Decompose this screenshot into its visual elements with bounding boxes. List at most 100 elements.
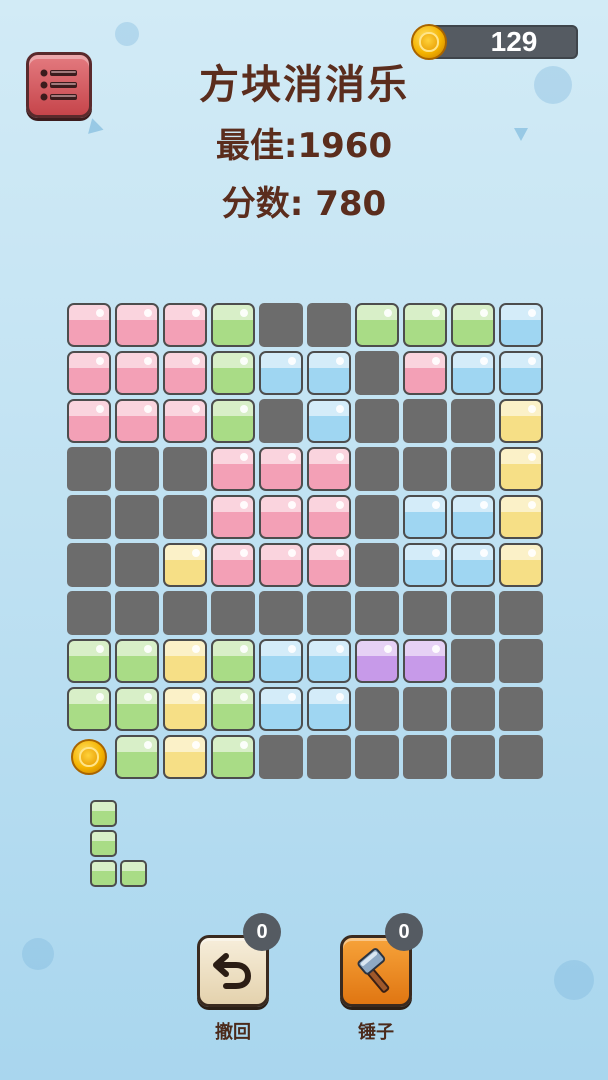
- board-cell-green[interactable]: [211, 639, 255, 683]
- board-cell-blue[interactable]: [307, 399, 351, 443]
- board-cell-blue[interactable]: [403, 495, 447, 539]
- board-cell-empty[interactable]: [355, 735, 399, 779]
- board-cell-empty[interactable]: [499, 687, 543, 731]
- board-cell-green[interactable]: [211, 303, 255, 347]
- board-cell-blue[interactable]: [403, 543, 447, 587]
- board-cell-empty[interactable]: [163, 495, 207, 539]
- board-cell-yellow[interactable]: [499, 447, 543, 491]
- board-cell-yellow[interactable]: [163, 639, 207, 683]
- board-cell-empty[interactable]: [67, 591, 111, 635]
- board-cell-green[interactable]: [211, 399, 255, 443]
- board-cell-green[interactable]: [211, 351, 255, 395]
- board-cell-green[interactable]: [355, 303, 399, 347]
- board-cell-empty[interactable]: [451, 735, 495, 779]
- game-board[interactable]: [67, 303, 543, 779]
- board-cell-empty[interactable]: [355, 591, 399, 635]
- board-cell-blue[interactable]: [307, 639, 351, 683]
- board-cell-empty[interactable]: [355, 687, 399, 731]
- board-cell-empty[interactable]: [403, 735, 447, 779]
- board-cell-green[interactable]: [67, 687, 111, 731]
- board-cell-green[interactable]: [115, 735, 159, 779]
- board-cell-pink[interactable]: [115, 351, 159, 395]
- board-cell-empty[interactable]: [67, 543, 111, 587]
- board-cell-pink[interactable]: [163, 399, 207, 443]
- board-cell-pink[interactable]: [259, 543, 303, 587]
- board-cell-empty[interactable]: [163, 447, 207, 491]
- board-cell-empty[interactable]: [355, 351, 399, 395]
- board-cell-empty[interactable]: [355, 495, 399, 539]
- board-cell-yellow[interactable]: [163, 735, 207, 779]
- board-cell-pink[interactable]: [307, 447, 351, 491]
- board-cell-pink[interactable]: [211, 447, 255, 491]
- board-cell-empty[interactable]: [115, 495, 159, 539]
- board-cell-blue[interactable]: [451, 543, 495, 587]
- board-cell-empty[interactable]: [451, 591, 495, 635]
- board-cell-pink[interactable]: [211, 543, 255, 587]
- board-cell-green[interactable]: [211, 735, 255, 779]
- board-cell-purple[interactable]: [355, 639, 399, 683]
- board-cell-blue[interactable]: [259, 639, 303, 683]
- board-cell-empty[interactable]: [307, 303, 351, 347]
- board-cell-empty[interactable]: [115, 447, 159, 491]
- board-cell-empty[interactable]: [499, 591, 543, 635]
- board-cell-empty[interactable]: [355, 447, 399, 491]
- board-cell-pink[interactable]: [259, 495, 303, 539]
- board-cell-yellow[interactable]: [499, 399, 543, 443]
- board-cell-green[interactable]: [115, 687, 159, 731]
- board-cell-empty[interactable]: [259, 591, 303, 635]
- board-cell-pink[interactable]: [163, 303, 207, 347]
- board-cell-empty[interactable]: [163, 591, 207, 635]
- board-cell-coin[interactable]: [67, 735, 111, 779]
- board-cell-green[interactable]: [115, 639, 159, 683]
- next-piece[interactable]: [90, 800, 150, 890]
- board-cell-blue[interactable]: [499, 303, 543, 347]
- board-cell-empty[interactable]: [259, 303, 303, 347]
- board-cell-yellow[interactable]: [163, 543, 207, 587]
- piece-block[interactable]: [90, 860, 117, 887]
- board-cell-pink[interactable]: [307, 543, 351, 587]
- board-cell-empty[interactable]: [403, 399, 447, 443]
- board-cell-yellow[interactable]: [163, 687, 207, 731]
- board-cell-empty[interactable]: [115, 591, 159, 635]
- board-cell-pink[interactable]: [115, 303, 159, 347]
- board-cell-blue[interactable]: [259, 687, 303, 731]
- board-cell-purple[interactable]: [403, 639, 447, 683]
- board-cell-green[interactable]: [211, 687, 255, 731]
- board-cell-empty[interactable]: [259, 735, 303, 779]
- board-cell-blue[interactable]: [499, 351, 543, 395]
- board-cell-empty[interactable]: [451, 639, 495, 683]
- board-cell-empty[interactable]: [355, 543, 399, 587]
- board-cell-blue[interactable]: [451, 495, 495, 539]
- piece-block[interactable]: [90, 830, 117, 857]
- board-cell-empty[interactable]: [307, 735, 351, 779]
- board-cell-empty[interactable]: [499, 639, 543, 683]
- board-cell-blue[interactable]: [307, 351, 351, 395]
- board-cell-empty[interactable]: [259, 399, 303, 443]
- board-cell-pink[interactable]: [211, 495, 255, 539]
- board-cell-empty[interactable]: [403, 687, 447, 731]
- board-cell-pink[interactable]: [67, 399, 111, 443]
- board-cell-blue[interactable]: [451, 351, 495, 395]
- board-cell-pink[interactable]: [163, 351, 207, 395]
- piece-block[interactable]: [120, 860, 147, 887]
- board-cell-blue[interactable]: [259, 351, 303, 395]
- board-cell-empty[interactable]: [451, 399, 495, 443]
- board-cell-empty[interactable]: [67, 447, 111, 491]
- board-cell-empty[interactable]: [67, 495, 111, 539]
- board-cell-pink[interactable]: [307, 495, 351, 539]
- board-cell-empty[interactable]: [403, 447, 447, 491]
- board-cell-empty[interactable]: [451, 447, 495, 491]
- board-cell-green[interactable]: [451, 303, 495, 347]
- board-cell-pink[interactable]: [403, 351, 447, 395]
- board-cell-pink[interactable]: [115, 399, 159, 443]
- board-cell-empty[interactable]: [403, 591, 447, 635]
- board-cell-pink[interactable]: [67, 303, 111, 347]
- board-cell-empty[interactable]: [211, 591, 255, 635]
- board-cell-green[interactable]: [403, 303, 447, 347]
- board-cell-blue[interactable]: [307, 687, 351, 731]
- board-cell-empty[interactable]: [355, 399, 399, 443]
- board-cell-empty[interactable]: [115, 543, 159, 587]
- piece-block[interactable]: [90, 800, 117, 827]
- board-cell-yellow[interactable]: [499, 495, 543, 539]
- board-cell-yellow[interactable]: [499, 543, 543, 587]
